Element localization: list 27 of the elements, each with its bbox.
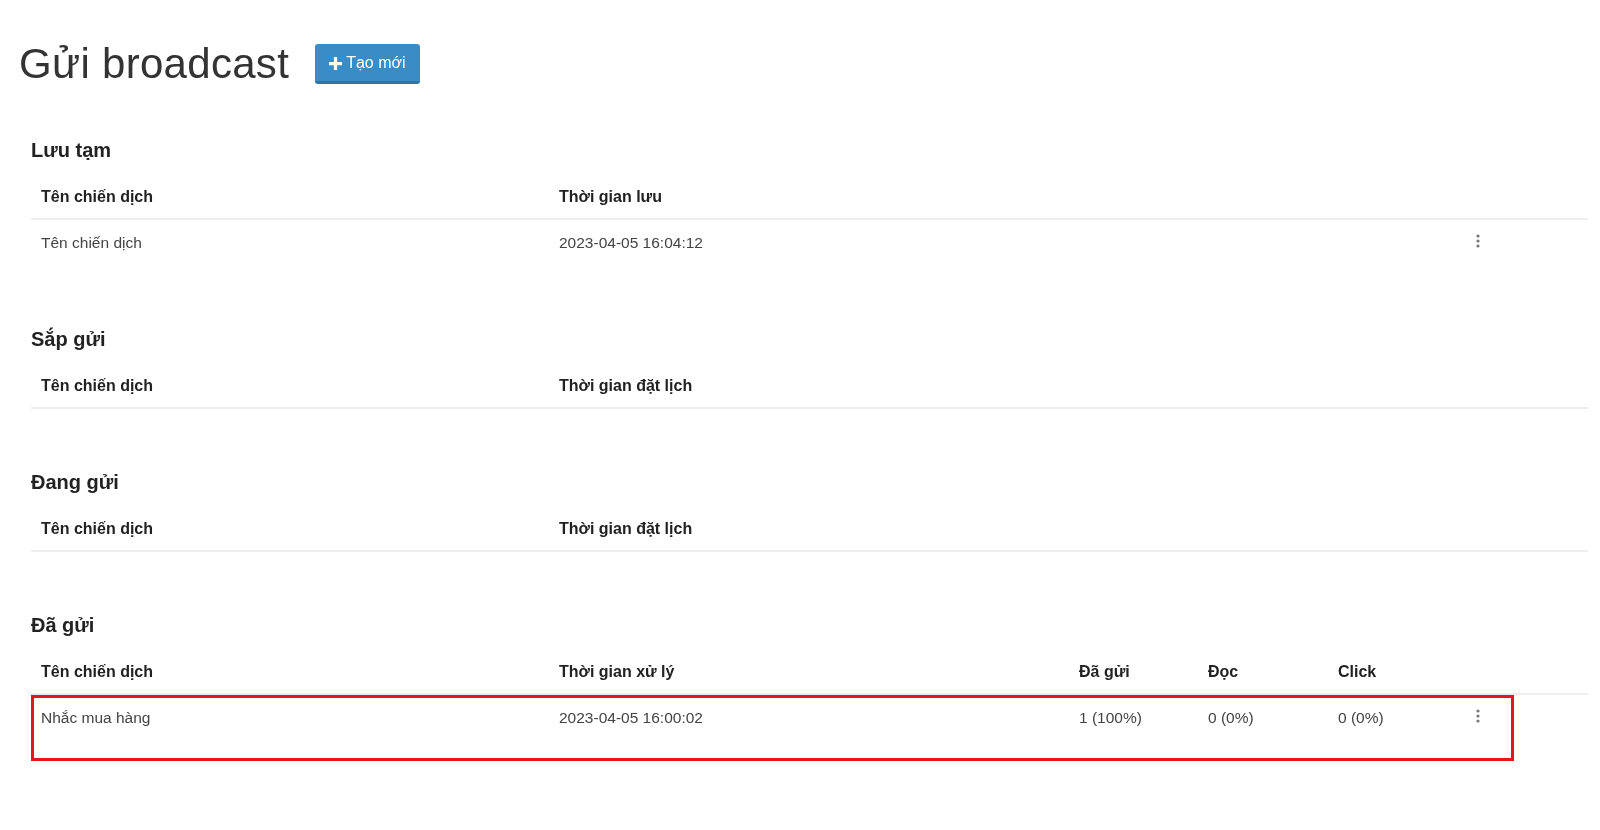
column-header: Thời gian xử lý bbox=[558, 662, 676, 682]
column-header: Click bbox=[1337, 662, 1378, 682]
table-cell-text: 2023-04-05 16:00:02 bbox=[558, 708, 704, 728]
section-heading: Sắp gửi bbox=[31, 326, 107, 352]
section-heading: Đang gửi bbox=[31, 470, 120, 495]
table-cell-text: Tên chiến dịch bbox=[40, 233, 143, 253]
more-options-icon[interactable] bbox=[1476, 234, 1480, 248]
column-header: Tên chiến dịch bbox=[40, 187, 154, 207]
section-heading: Đã gửi bbox=[31, 613, 96, 638]
plus-icon bbox=[329, 56, 343, 70]
column-header: Tên chiến dịch bbox=[40, 376, 154, 396]
section-heading: Lưu tạm bbox=[31, 138, 113, 163]
column-header: Đã gửi bbox=[1078, 662, 1131, 682]
table-cell-text: 0 (0%) bbox=[1207, 708, 1255, 728]
page-title: Gửi broadcast bbox=[19, 40, 290, 88]
create-button[interactable]: Tạo mới bbox=[315, 44, 420, 84]
table-cell-text: 0 (0%) bbox=[1337, 708, 1385, 728]
column-header: Đọc bbox=[1207, 662, 1240, 682]
column-header: Tên chiến dịch bbox=[40, 519, 154, 539]
table-cell-text: 2023-04-05 16:04:12 bbox=[558, 233, 704, 253]
more-options-icon[interactable] bbox=[1476, 709, 1480, 723]
column-header: Tên chiến dịch bbox=[40, 662, 154, 682]
column-header: Thời gian đặt lịch bbox=[558, 376, 694, 396]
column-header: Thời gian đặt lịch bbox=[558, 519, 694, 539]
column-header: Thời gian lưu bbox=[558, 187, 663, 207]
table-cell-text: Nhắc mua hàng bbox=[40, 708, 152, 728]
table-cell-text: 1 (100%) bbox=[1078, 708, 1143, 728]
